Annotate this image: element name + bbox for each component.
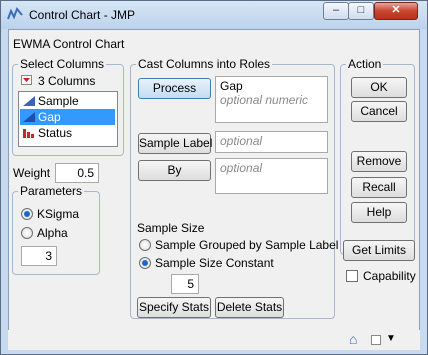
dialog-header: EWMA Control Chart (13, 37, 125, 51)
by-role-field[interactable]: optional (215, 158, 328, 194)
grouped-by-label-text: Sample Grouped by Sample Label (155, 238, 339, 252)
column-menu-icon[interactable] (21, 75, 32, 85)
continuous-column-icon (23, 112, 35, 122)
sample-label-hint: optional (220, 134, 263, 148)
maximize-button[interactable]: □ (348, 2, 374, 20)
remove-button[interactable]: Remove (351, 151, 407, 172)
by-button[interactable]: By (138, 160, 211, 181)
action-group: Action OK Cancel Remove Recall Help (340, 57, 415, 255)
get-limits-button[interactable]: Get Limits (343, 240, 415, 261)
recall-button[interactable]: Recall (351, 177, 407, 198)
ksigma-label: KSigma (37, 207, 80, 221)
window-title: Control Chart - JMP (29, 8, 136, 22)
minimize-button[interactable]: – (323, 2, 349, 20)
weight-label: Weight (13, 166, 51, 180)
continuous-column-icon (23, 96, 35, 106)
ksigma-radio[interactable] (21, 208, 33, 220)
column-item-sample[interactable]: Sample (20, 93, 115, 109)
parameter-value-input[interactable]: 3 (21, 246, 57, 266)
sample-size-input[interactable]: 5 (171, 274, 199, 294)
specify-stats-button[interactable]: Specify Stats (137, 297, 211, 318)
grouped-by-label-radio[interactable] (139, 239, 151, 251)
column-name: Gap (38, 110, 61, 124)
sample-label-button[interactable]: Sample Label (138, 133, 212, 154)
cast-roles-title: Cast Columns into Roles (136, 57, 273, 71)
parameters-title: Parameters (18, 184, 85, 198)
process-value: Gap (220, 79, 243, 93)
title-bar[interactable]: Control Chart - JMP – □ ✕ (1, 1, 427, 29)
column-list[interactable]: Sample Gap Status (18, 91, 118, 147)
delete-stats-button[interactable]: Delete Stats (215, 297, 284, 318)
help-button[interactable]: Help (351, 202, 407, 223)
select-columns-group: Select Columns 3 Columns Sample Gap Stat… (12, 57, 124, 156)
dialog-client-area: EWMA Control Chart Select Columns 3 Colu… (8, 29, 420, 347)
sample-label-role-field[interactable]: optional (215, 131, 328, 153)
alpha-radio[interactable] (21, 227, 33, 239)
jmp-app-icon (7, 7, 23, 20)
action-title: Action (346, 57, 384, 71)
parameters-group: Parameters KSigma Alpha 3 (12, 184, 100, 275)
control-chart-window: Control Chart - JMP – □ ✕ EWMA Control C… (0, 0, 428, 355)
column-name: Sample (38, 94, 79, 108)
ok-button[interactable]: OK (351, 77, 407, 98)
close-button[interactable]: ✕ (374, 2, 418, 20)
nominal-column-icon (23, 129, 34, 138)
column-name: Status (38, 126, 73, 140)
cancel-button[interactable]: Cancel (351, 101, 407, 122)
alpha-label: Alpha (37, 226, 68, 240)
column-count-label: 3 Columns (38, 74, 96, 88)
capability-checkbox[interactable] (346, 270, 358, 282)
sample-size-title: Sample Size (137, 221, 205, 235)
process-hint: optional numeric (220, 93, 309, 107)
process-role-field[interactable]: Gap optional numeric (215, 76, 328, 123)
process-button[interactable]: Process (138, 78, 211, 99)
sample-size-constant-text: Sample Size Constant (155, 256, 274, 270)
status-bar: ⌂ ▼ (8, 330, 420, 350)
toggle-checkbox[interactable] (371, 335, 381, 345)
capability-label: Capability (363, 269, 416, 283)
cast-roles-group: Cast Columns into Roles Process Gap opti… (130, 57, 339, 319)
sample-size-constant-radio[interactable] (139, 257, 151, 269)
column-item-gap[interactable]: Gap (20, 109, 115, 125)
dropdown-arrow-icon[interactable]: ▼ (386, 333, 396, 344)
home-icon[interactable]: ⌂ (349, 331, 357, 347)
select-columns-title: Select Columns (18, 57, 107, 71)
by-hint: optional (220, 161, 263, 175)
weight-input[interactable]: 0.5 (55, 163, 99, 183)
column-item-status[interactable]: Status (20, 125, 115, 141)
